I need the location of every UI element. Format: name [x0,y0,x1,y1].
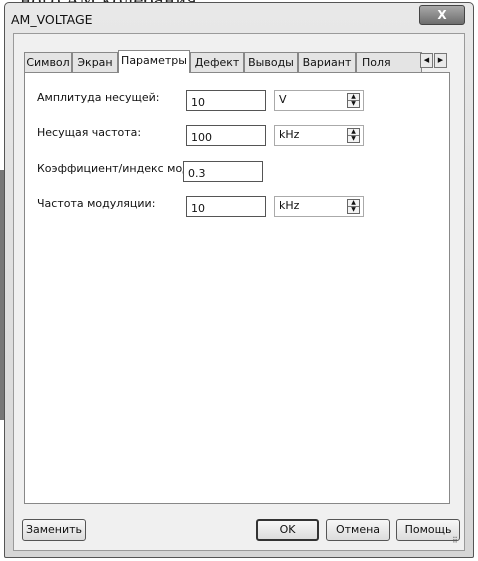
spin-down-icon[interactable]: ▼ [348,206,359,213]
spin-arrows-icon[interactable]: ▲ ▼ [347,128,360,143]
carrier-amplitude-label: Амплитуда несущей: [37,91,160,104]
spin-down-icon[interactable]: ▼ [348,135,359,142]
carrier-frequency-field[interactable]: 100 [186,125,266,146]
dialog-window: AM_VOLTAGE X Символ Экран Параметры Дефе… [4,2,474,558]
carrier-amplitude-unit-text: V [279,93,287,106]
ok-button[interactable]: OK [256,519,319,541]
carrier-amplitude-field[interactable]: 10 [186,90,266,111]
carrier-frequency-unit-select[interactable]: kHz ▲ ▼ [274,125,364,146]
title-bar: AM_VOLTAGE X [5,3,473,33]
tab-parameters[interactable]: Параметры [118,50,190,73]
help-button[interactable]: Помощь [396,519,460,541]
tab-variant[interactable]: Вариант [298,52,356,72]
tab-screen[interactable]: Экран [72,52,118,72]
tab-defect[interactable]: Дефект [190,52,244,72]
modulation-frequency-unit-select[interactable]: kHz ▲ ▼ [274,196,364,217]
modulation-frequency-unit-text: kHz [279,199,300,212]
carrier-frequency-label: Несущая частота: [37,126,142,139]
tab-pins[interactable]: Выводы [244,52,298,72]
close-button[interactable]: X [419,5,465,25]
carrier-amplitude-unit-select[interactable]: V ▲ ▼ [274,90,364,111]
tab-symbol[interactable]: Символ [24,52,72,72]
spin-arrows-icon[interactable]: ▲ ▼ [347,93,360,108]
window-title: AM_VOLTAGE [11,12,93,27]
parameters-panel: Амплитуда несущей: 10 V ▲ ▼ Несущая част… [24,72,450,504]
modulation-index-field[interactable]: 0.3 [183,161,263,182]
tab-scroll-left-icon[interactable]: ◀ [420,53,433,68]
modulation-frequency-label: Частота модуляции: [37,197,156,210]
spin-arrows-icon[interactable]: ▲ ▼ [347,199,360,214]
modulation-frequency-field[interactable]: 10 [186,196,266,217]
cancel-button[interactable]: Отмена [326,519,390,541]
resize-grip-icon[interactable]: ⠿ [452,537,462,548]
spin-down-icon[interactable]: ▼ [348,100,359,107]
tab-fields[interactable]: Поля [356,52,422,72]
dialog-client-area: Символ Экран Параметры Дефект Выводы Вар… [13,33,465,551]
replace-button[interactable]: Заменить [22,519,86,541]
carrier-frequency-unit-text: kHz [279,128,300,141]
tab-strip: Символ Экран Параметры Дефект Выводы Вар… [24,50,448,73]
tab-scroll-right-icon[interactable]: ▶ [434,53,447,68]
